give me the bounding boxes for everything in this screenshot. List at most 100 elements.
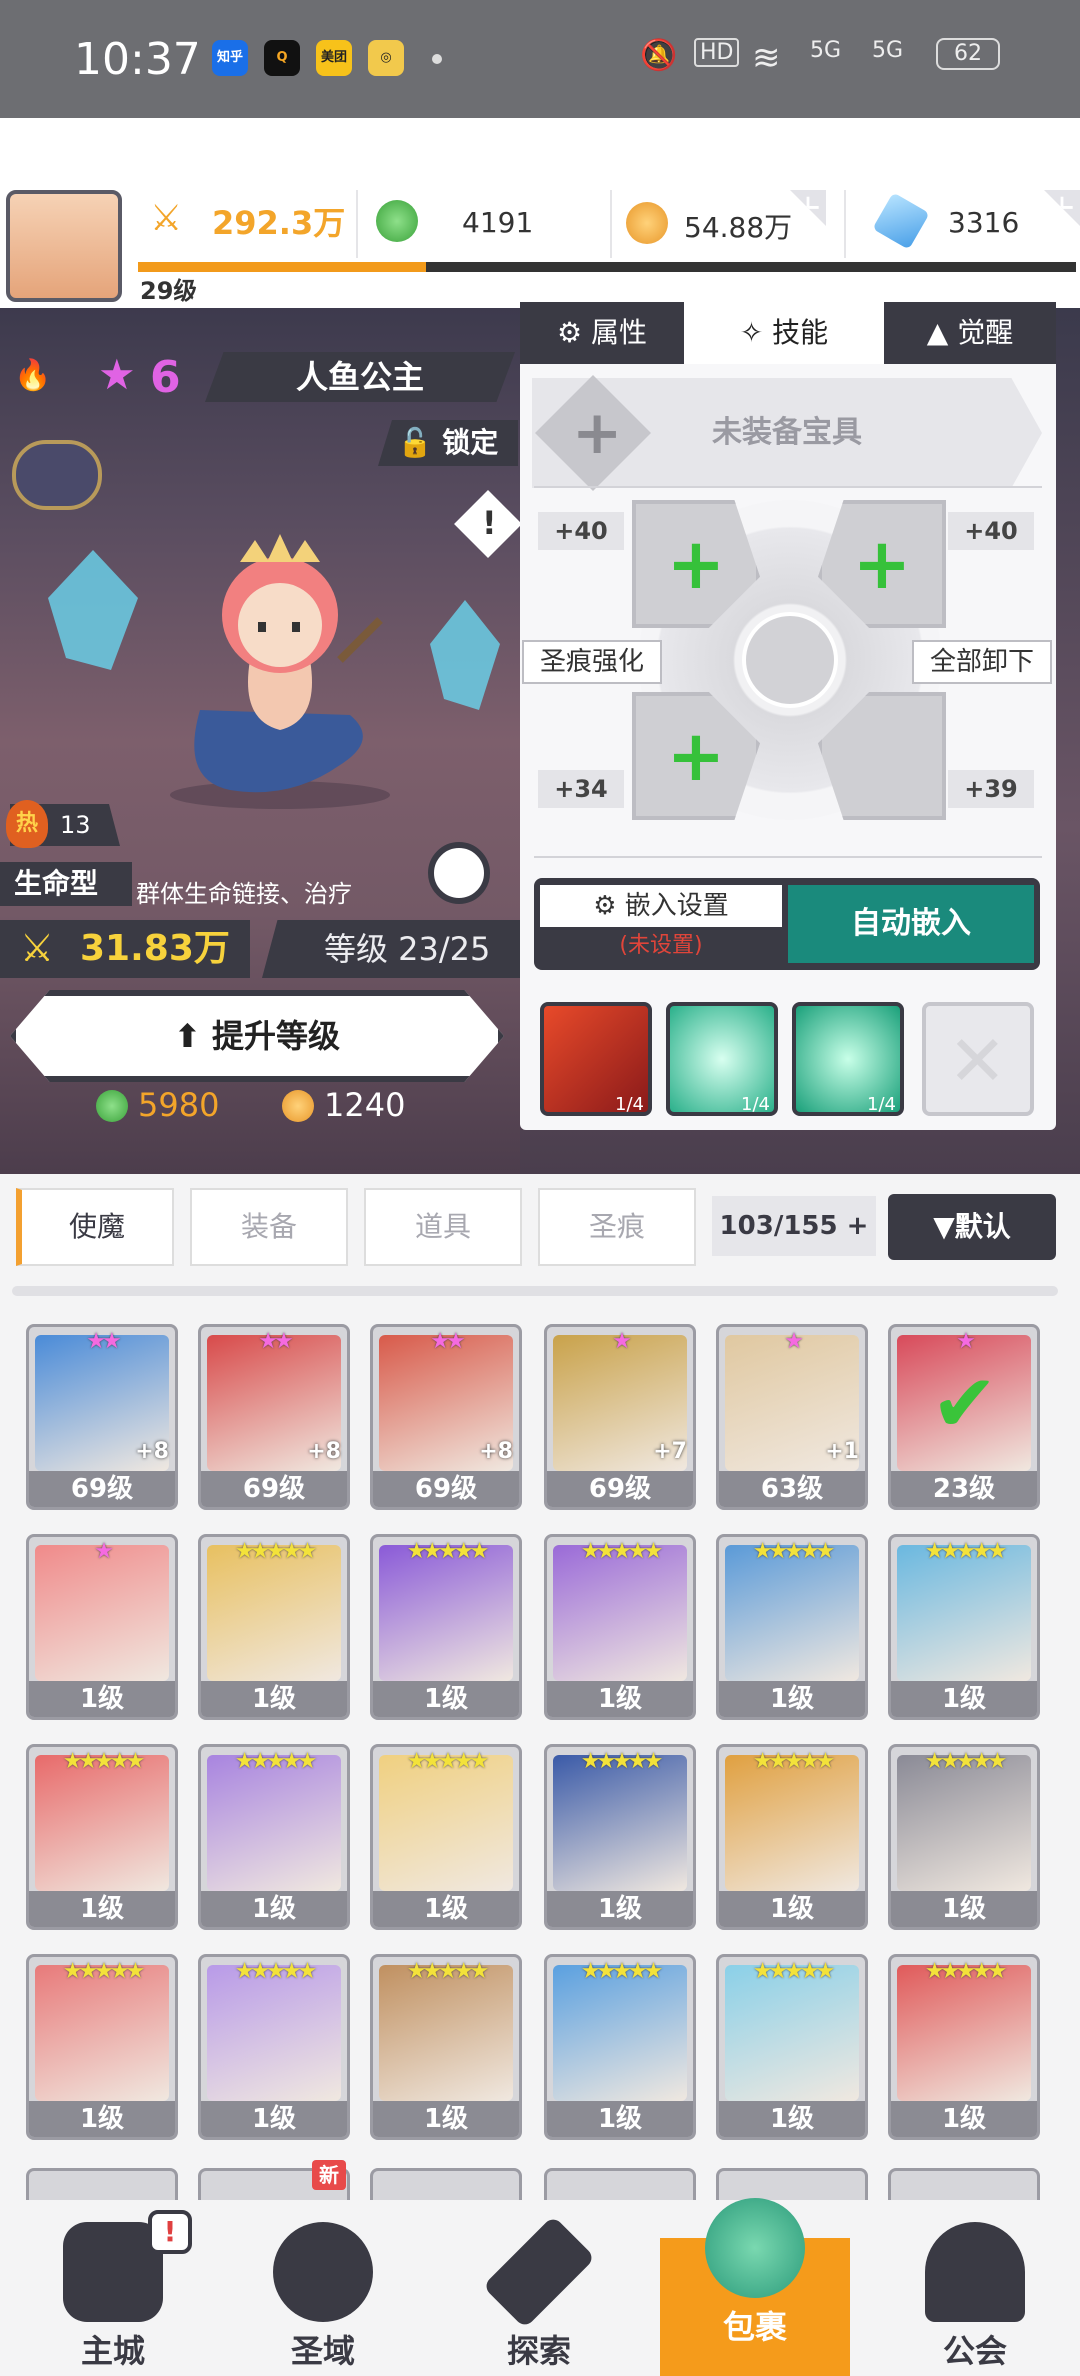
familiar-card[interactable]: ★★ +8 69级: [370, 1324, 522, 1510]
skill-slot-3[interactable]: 1/4: [792, 1002, 904, 1116]
inventory-count-button[interactable]: 103/155 +: [712, 1196, 876, 1256]
inv-tab-items[interactable]: 道具: [364, 1188, 522, 1266]
familiar-card[interactable]: ★ +7 69级: [544, 1324, 696, 1510]
bond-icon[interactable]: [12, 440, 102, 510]
familiar-level: 1级: [719, 2101, 865, 2137]
empty-x-icon: ✕: [948, 1020, 1007, 1102]
familiar-card[interactable]: ★ 1级: [26, 1534, 178, 1720]
familiar-portrait: [553, 1965, 687, 2101]
familiar-card[interactable]: ★★★★★ 1级: [888, 1534, 1040, 1720]
cost-gold: 1240: [324, 1086, 406, 1124]
familiar-portrait: [897, 1755, 1031, 1891]
star-rating: ★★★★★: [752, 1959, 836, 1984]
lock-button[interactable]: 🔓 锁定: [378, 420, 518, 466]
familiar-card[interactable]: ★★★★★ 1级: [544, 1744, 696, 1930]
nav-guild[interactable]: 公会: [880, 2196, 1070, 2376]
familiar-card[interactable]: ★★★★★ 1级: [26, 1954, 178, 2140]
inv-tab-stigmata[interactable]: 圣痕: [538, 1188, 696, 1266]
mute-icon: 🔕: [640, 38, 678, 73]
familiar-portrait: [553, 1545, 687, 1681]
familiar-card[interactable]: ★★★★★ 1级: [198, 1534, 350, 1720]
power-sword-icon: ⚔: [20, 926, 55, 970]
familiar-level: 1级: [547, 1681, 693, 1717]
familiar-portrait: [725, 1965, 859, 2101]
embed-unset-text: (未设置): [619, 933, 703, 958]
familiar-card[interactable]: ★ 23级 ✔: [888, 1324, 1040, 1510]
inv-tab-equipment[interactable]: 装备: [190, 1188, 348, 1266]
power-value: 292.3万: [212, 204, 346, 242]
familiar-card[interactable]: ★★★★★ 1级: [26, 1744, 178, 1930]
tab-skills-label: 技能: [772, 316, 829, 349]
star-rating: ★★: [430, 1329, 465, 1354]
strengthen-button[interactable]: 圣痕强化: [522, 640, 662, 684]
tab-attributes[interactable]: ⚙ 属性: [520, 302, 684, 364]
familiar-level: 63级: [719, 1471, 865, 1507]
star-rating: ★★: [86, 1329, 121, 1354]
familiar-card[interactable]: ★★★★★ 1级: [198, 1954, 350, 2140]
nav-bag-label: 包裹: [722, 2308, 787, 2346]
familiar-portrait: [379, 1755, 513, 1891]
familiar-level: 1级: [891, 2101, 1037, 2137]
star-rating: ★★★★★: [406, 1959, 490, 1984]
star-rating: ★★★★★: [752, 1539, 836, 1564]
star-rating: ★★★★★: [580, 1959, 664, 1984]
familiar-level: 1级: [201, 1891, 347, 1927]
star-rating: ★★★★★: [62, 1959, 146, 1984]
skill-icon: ✧: [739, 316, 764, 349]
star-rating: ★★★★★: [924, 1959, 1008, 1984]
nav-explore[interactable]: 探索: [444, 2196, 634, 2376]
auto-embed-button[interactable]: 自动嵌入: [788, 885, 1034, 963]
hot-icon: 热: [6, 800, 48, 848]
star-rating: ★★★★★: [580, 1539, 664, 1564]
nav-bag[interactable]: 包裹: [660, 2198, 850, 2376]
familiar-card[interactable]: ★ +1 63级: [716, 1324, 868, 1510]
rune-value-tr: +40: [948, 512, 1034, 550]
star-rating: ★★★★★: [752, 1749, 836, 1774]
battery-icon: 62: [936, 38, 1000, 70]
familiar-card[interactable]: ★★★★★ 1级: [370, 1954, 522, 2140]
familiar-card[interactable]: ★★★★★ 1级: [888, 1744, 1040, 1930]
inv-tab-familiars[interactable]: 使魔: [16, 1188, 174, 1266]
familiar-level: 23级: [891, 1471, 1037, 1507]
mermaid-princess-sprite: [170, 534, 390, 809]
familiar-card[interactable]: ★★★★★ 1级: [198, 1744, 350, 1930]
view-model-icon[interactable]: [428, 842, 490, 904]
star-rating: ★★★★★: [406, 1539, 490, 1564]
familiar-portrait: [35, 1545, 169, 1681]
familiar-portrait: [207, 1965, 341, 2101]
relic-add-icon: +: [572, 398, 623, 468]
star-rating: ★★★★★: [234, 1749, 318, 1774]
notification-badge: !: [148, 2210, 192, 2254]
skill-slot-1[interactable]: 1/4: [540, 1002, 652, 1116]
familiar-card[interactable]: ★★★★★ 1级: [888, 1954, 1040, 2140]
familiar-card[interactable]: ★★ +8 69级: [26, 1324, 178, 1510]
upgrade-level-button[interactable]: ⬆ 提升等级: [10, 990, 504, 1082]
player-avatar[interactable]: [6, 190, 122, 302]
familiar-card[interactable]: ★★★★★ 1级: [544, 1954, 696, 2140]
star-icon: ★: [98, 350, 136, 399]
selected-check-icon: ✔: [931, 1357, 999, 1450]
rune-value-br: +39: [948, 770, 1034, 808]
unload-all-button[interactable]: 全部卸下: [912, 640, 1052, 684]
tab-awaken[interactable]: ▲ 觉醒: [884, 302, 1056, 364]
familiar-level: 1级: [201, 2101, 347, 2137]
embed-settings-button[interactable]: ⚙ 嵌入设置: [540, 885, 782, 927]
signal2-icon: 5G: [872, 38, 904, 63]
familiar-card[interactable]: ★★★★★ 1级: [370, 1534, 522, 1720]
familiar-card[interactable]: ★★★★★ 1级: [716, 1954, 868, 2140]
familiar-level: 1级: [29, 1681, 175, 1717]
partial-card-5[interactable]: [716, 2168, 868, 2200]
familiar-card[interactable]: ★★★★★ 1级: [370, 1744, 522, 1930]
familiar-level: 1级: [373, 2101, 519, 2137]
nav-sanctuary[interactable]: 圣域: [228, 2196, 418, 2376]
skill-slot-2[interactable]: 1/4: [666, 1002, 778, 1116]
familiar-card[interactable]: ★★★★★ 1级: [716, 1534, 868, 1720]
hero-stars: 6: [150, 352, 181, 403]
familiar-card[interactable]: ★★★★★ 1级: [544, 1534, 696, 1720]
tab-skills[interactable]: ✧ 技能: [684, 302, 884, 364]
sort-button[interactable]: ▼默认: [888, 1194, 1056, 1260]
new-badge: 新: [312, 2160, 346, 2190]
familiar-card[interactable]: ★★ +8 69级: [198, 1324, 350, 1510]
familiar-card[interactable]: ★★★★★ 1级: [716, 1744, 868, 1930]
inventory-count: 103/155: [719, 1211, 838, 1241]
